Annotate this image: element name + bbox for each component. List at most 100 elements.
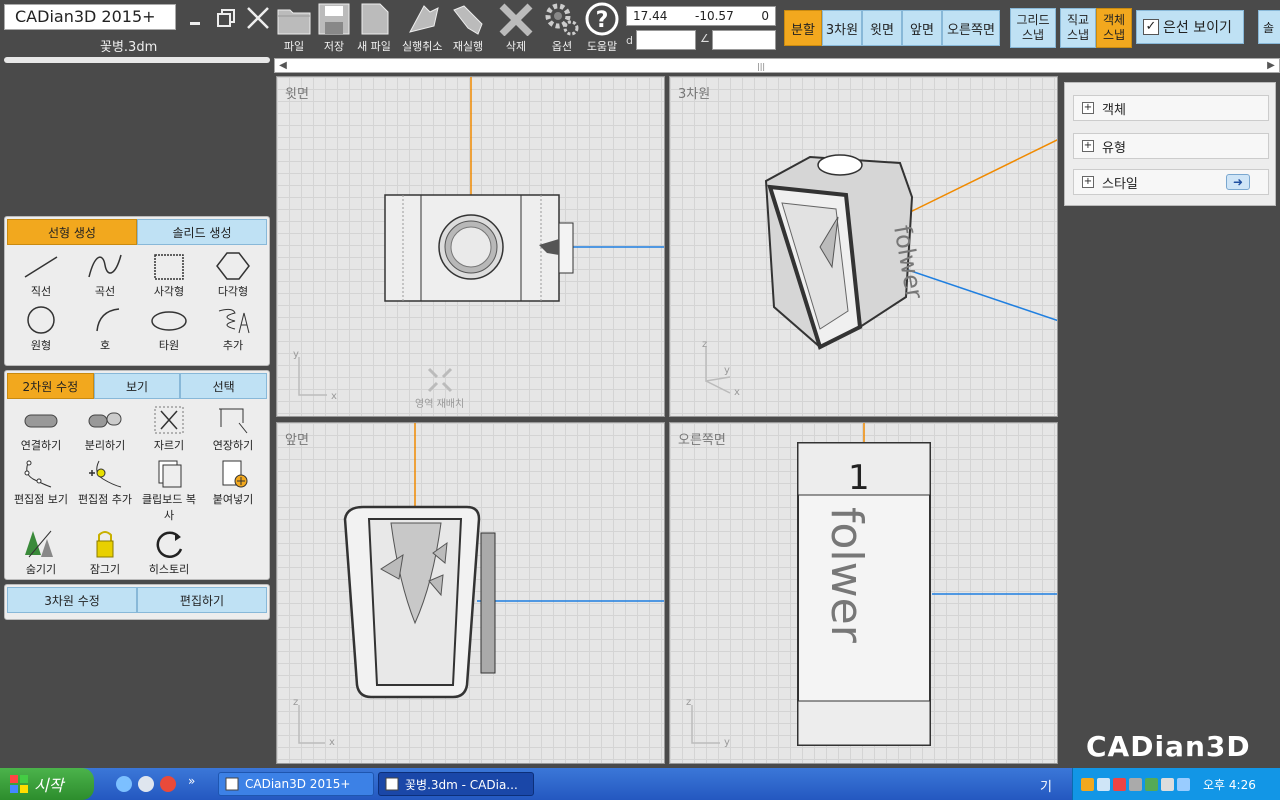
view-3d-button[interactable]: 3차원 — [822, 10, 862, 46]
history-icon — [156, 531, 183, 558]
help-icon: ? — [585, 2, 619, 36]
clock[interactable]: 오후 4:26 — [1203, 776, 1256, 793]
close-button[interactable] — [246, 6, 270, 30]
axis-label: y — [724, 365, 730, 376]
join-icon — [24, 414, 58, 428]
tray-volume-icon[interactable] — [1129, 777, 1142, 791]
line-icon — [24, 256, 58, 278]
quicklaunch-more-icon[interactable]: » — [188, 774, 195, 788]
section-label: 유형 — [1102, 140, 1126, 156]
tray-network-icon[interactable] — [1097, 777, 1110, 791]
tool-file[interactable]: 파일 — [274, 2, 314, 54]
tool-history[interactable]: 히스토리 — [137, 529, 201, 577]
tool-curve[interactable]: 곡선 — [73, 251, 137, 299]
tool-polygon[interactable]: 다각형 — [201, 251, 265, 299]
top-slider[interactable] — [4, 57, 270, 63]
start-button[interactable]: 시작 — [0, 768, 94, 800]
trim-icon — [154, 406, 184, 434]
tool-arc[interactable]: 호 — [73, 305, 137, 353]
tray-app-icon[interactable] — [1081, 777, 1094, 791]
minimize-button[interactable] — [186, 6, 210, 30]
angle-input[interactable] — [712, 30, 776, 50]
tool-save[interactable]: 저장 — [314, 2, 354, 54]
delete-icon — [499, 3, 533, 36]
section-type[interactable]: + 유형 — [1073, 133, 1269, 159]
expand-icon[interactable]: + — [1082, 176, 1094, 188]
tab-solid-create[interactable]: 솔리드 생성 — [137, 219, 267, 245]
tool-label: 자르기 — [153, 439, 185, 452]
view-right-button[interactable]: 오른쪽면 — [942, 10, 1000, 46]
viewport-right[interactable]: 1 folwer 오른쪽면 z y — [669, 422, 1058, 764]
scroll-left-icon[interactable]: ◀ — [275, 59, 291, 72]
viewport-3d[interactable]: folwer 3차원 z y x — [669, 76, 1058, 417]
quicklaunch-desktop-icon[interactable] — [138, 776, 154, 792]
tool-more[interactable]: 추가 — [201, 305, 265, 353]
tool-options[interactable]: 옵션 — [542, 2, 582, 54]
tool-add-point[interactable]: 편집점 추가 — [73, 459, 137, 523]
expand-icon[interactable]: + — [1082, 102, 1094, 114]
section-style[interactable]: + 스타일 ➜ — [1073, 169, 1269, 195]
tool-delete[interactable]: 삭제 — [496, 2, 536, 54]
quicklaunch-ie-icon[interactable] — [116, 776, 132, 792]
rearrange-icon — [427, 367, 452, 393]
tool-rectangle[interactable]: 사각형 — [137, 251, 201, 299]
tool-paste[interactable]: 붙여넣기 — [201, 459, 265, 523]
tab-edit[interactable]: 편집하기 — [137, 587, 267, 613]
rearrange-viewports-button[interactable]: 영역 재배치 — [415, 365, 464, 410]
tool-line[interactable]: 직선 — [9, 251, 73, 299]
arrow-right-icon[interactable]: ➜ — [1226, 174, 1250, 190]
tool-ellipse[interactable]: 타원 — [137, 305, 201, 353]
taskbar-item-document[interactable]: 꽃병.3dm - CADia... — [378, 772, 534, 796]
vase-number: 1 — [848, 458, 870, 498]
curve-icon — [88, 254, 122, 278]
tray-security-icon[interactable] — [1113, 777, 1126, 791]
tool-extend[interactable]: 연장하기 — [201, 405, 265, 453]
tab-view[interactable]: 보기 — [93, 373, 181, 399]
tool-hide[interactable]: 숨기기 — [9, 529, 73, 577]
view-top-button[interactable]: 윗면 — [862, 10, 902, 46]
expand-icon[interactable]: + — [1082, 140, 1094, 152]
taskbar-item-app[interactable]: CADian3D 2015+ — [218, 772, 374, 796]
overflow-button[interactable]: 솔 — [1258, 10, 1280, 44]
tab-edit-3d[interactable]: 3차원 수정 — [7, 587, 137, 613]
tool-new[interactable]: 새 파일 — [354, 2, 394, 54]
quicklaunch-chrome-icon[interactable] — [160, 776, 176, 792]
tool-redo[interactable]: 재실행 — [448, 2, 488, 54]
grid-snap-toggle[interactable]: 그리드 스냅 — [1010, 8, 1056, 48]
axis-label: y — [724, 737, 730, 748]
snap-line2: 스냅 — [1021, 28, 1045, 42]
restore-button[interactable] — [214, 6, 238, 30]
tool-show-points[interactable]: 편집점 보기 — [9, 459, 73, 523]
scroll-right-icon[interactable]: ▶ — [1263, 59, 1279, 72]
tab-edit-2d[interactable]: 2차원 수정 — [7, 373, 94, 399]
horizontal-scrollbar[interactable]: ◀ ||| ▶ — [274, 58, 1280, 73]
view-front-button[interactable]: 앞면 — [902, 10, 942, 46]
tool-help[interactable]: ? 도움말 — [582, 2, 622, 54]
viewport-top[interactable]: 윗면 y x 영역 재배치 — [276, 76, 665, 417]
view-split-button[interactable]: 분할 — [784, 10, 822, 46]
distance-input[interactable] — [636, 30, 696, 50]
tool-trim[interactable]: 자르기 — [137, 405, 201, 453]
tray-usb-icon[interactable] — [1161, 777, 1174, 791]
tool-undo[interactable]: 실행취소 — [402, 2, 442, 54]
tray-misc-icon[interactable] — [1177, 777, 1190, 791]
object-snap-toggle[interactable]: 객체 스냅 — [1096, 8, 1132, 48]
tray-update-icon[interactable] — [1145, 777, 1158, 791]
show-hidden-lines-toggle[interactable]: ✓ 은선 보이기 — [1136, 10, 1244, 44]
tool-copy[interactable]: 클립보드 복사 — [137, 459, 201, 523]
ortho-snap-toggle[interactable]: 직교 스냅 — [1060, 8, 1096, 48]
scroll-grip-icon[interactable]: ||| — [757, 62, 765, 71]
tool-join[interactable]: 연결하기 — [9, 405, 73, 453]
ime-indicator[interactable]: 기 — [1040, 776, 1052, 795]
tool-circle[interactable]: 원형 — [9, 305, 73, 353]
tab-linear-create[interactable]: 선형 생성 — [7, 219, 137, 245]
viewport-front[interactable]: 앞면 z x — [276, 422, 665, 764]
tool-explode[interactable]: 분리하기 — [73, 405, 137, 453]
tab-select[interactable]: 선택 — [180, 373, 268, 399]
angle-symbol: ∠ — [700, 32, 710, 45]
properties-panel: + 객체 + 유형 + 스타일 ➜ — [1064, 82, 1276, 206]
add-point-icon — [89, 460, 122, 488]
section-object[interactable]: + 객체 — [1073, 95, 1269, 121]
tool-lock[interactable]: 잠그기 — [73, 529, 137, 577]
tool-label: 호 — [99, 339, 111, 352]
